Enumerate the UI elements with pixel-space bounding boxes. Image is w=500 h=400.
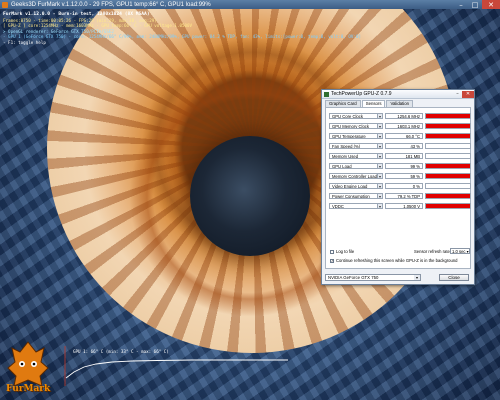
sensor-graph-fill xyxy=(426,203,470,208)
sensor-dropdown-icon[interactable]: ▾ xyxy=(378,182,383,189)
sensor-value: 66.0 °C xyxy=(385,132,423,139)
sensor-graph xyxy=(425,152,471,159)
sensor-value: 79.2 % TDP xyxy=(385,192,423,199)
sensor-graph xyxy=(425,132,471,139)
continue-refresh-label: Continue refreshing this screen while GP… xyxy=(336,258,458,263)
sensor-name: GPU Load xyxy=(329,162,378,169)
chevron-down-icon: ▾ xyxy=(414,275,420,280)
gpuz-close-icon[interactable]: ✕ xyxy=(462,90,474,98)
sensor-graph-fill xyxy=(426,133,470,138)
sensor-row-video-engine-load: Video Engine Load ▾ 0 % xyxy=(329,182,471,189)
sensor-name: Fan Speed (%) xyxy=(329,142,378,149)
sensor-dropdown-icon[interactable]: ▾ xyxy=(378,152,383,159)
sensor-row-vddc: VDDC ▾ 1.0500 V xyxy=(329,202,471,209)
sensor-row-gpu-memory-clock: GPU Memory Clock ▾ 1603.1 MHz xyxy=(329,122,471,129)
tab-sensors[interactable]: Sensors xyxy=(361,100,386,107)
temperature-line xyxy=(65,359,288,379)
gpuz-tabs: Graphics Card Sensors Validation xyxy=(322,99,474,107)
sensor-value: 1.0500 V xyxy=(385,202,423,209)
sensor-row-gpu-temperature: GPU Temperature ▾ 66.0 °C xyxy=(329,132,471,139)
sensor-row-gpu-load: GPU Load ▾ 99 % xyxy=(329,162,471,169)
sensor-name: Power Consumption xyxy=(329,192,378,199)
osd-line-gpu1: - GPU 1 (GeForce GTX 750) - core: 1254MH… xyxy=(3,34,361,39)
sensor-dropdown-icon[interactable]: ▾ xyxy=(378,112,383,119)
gpuz-minimize-button[interactable]: – xyxy=(453,91,462,98)
furmark-logo-text: FurMark xyxy=(6,384,51,394)
sensor-name: VDDC xyxy=(329,202,378,209)
refresh-rate-select[interactable]: 1.0 sec ▾ xyxy=(450,248,470,254)
sensor-graph xyxy=(425,202,471,209)
sensors-panel: GPU Core Clock ▾ 1254.6 MHz GPU Memory Cl… xyxy=(325,107,471,269)
sensor-graph xyxy=(425,142,471,149)
temperature-graph-label: GPU 1: 66° C (min: 33° C - max: 66° C) xyxy=(73,349,169,354)
sensor-value: 1603.1 MHz xyxy=(385,122,423,129)
sensor-value: 1254.6 MHz xyxy=(385,112,423,119)
log-to-file-option[interactable]: Log to file xyxy=(330,249,354,254)
sensor-graph-fill xyxy=(426,113,470,118)
gpu-select-value: NVIDIA GeForce GTX 750 xyxy=(328,275,379,280)
sensor-graph xyxy=(425,162,471,169)
sensor-name: Video Engine Load xyxy=(329,182,378,189)
log-to-file-checkbox[interactable] xyxy=(330,249,334,254)
sensor-name: Memory Used xyxy=(329,152,378,159)
sensor-graph xyxy=(425,112,471,119)
sensor-graph-fill xyxy=(426,193,470,198)
sensor-dropdown-icon[interactable]: ▾ xyxy=(378,122,383,129)
gpuz-close-button[interactable]: Close xyxy=(439,274,469,281)
sensor-dropdown-icon[interactable]: ▾ xyxy=(378,162,383,169)
minimize-button[interactable]: – xyxy=(454,0,468,9)
sensor-graph xyxy=(425,192,471,199)
sensor-value: 59 % xyxy=(385,172,423,179)
sensor-value: 43 % xyxy=(385,142,423,149)
sensor-name: GPU Memory Clock xyxy=(329,122,378,129)
tab-graphics-card[interactable]: Graphics Card xyxy=(325,100,361,107)
continue-refresh-option[interactable]: ✓ Continue refreshing this screen while … xyxy=(330,258,458,263)
sensor-graph xyxy=(425,172,471,179)
furmark-app-icon xyxy=(2,1,8,8)
sensor-value: 99 % xyxy=(385,162,423,169)
sensor-row-memory-used: Memory Used ▾ 181 MB xyxy=(329,152,471,159)
log-to-file-label: Log to file xyxy=(336,249,355,254)
sensor-row-power-consumption: Power Consumption ▾ 79.2 % TDP xyxy=(329,192,471,199)
sensor-graph-fill xyxy=(426,173,470,178)
gpuz-titlebar[interactable]: TechPowerUp GPU-Z 0.7.9 – ✕ xyxy=(322,90,474,99)
sensor-graph xyxy=(425,182,471,189)
sensor-graph xyxy=(425,122,471,129)
maximize-button[interactable]: □ xyxy=(468,0,482,9)
tab-validation[interactable]: Validation xyxy=(386,100,414,107)
osd-overlay: FurMark v1.12.0.0 - Burn-in test, 1280x1… xyxy=(3,12,361,45)
gpuz-window: TechPowerUp GPU-Z 0.7.9 – ✕ Graphics Car… xyxy=(321,89,475,285)
continue-refresh-checkbox[interactable]: ✓ xyxy=(330,258,334,263)
pupil xyxy=(190,136,310,256)
refresh-rate-value: 1.0 sec xyxy=(452,249,466,254)
sensor-row-memory-controller-load: Memory Controller Load ▾ 59 % xyxy=(329,172,471,179)
sensor-name: GPU Temperature xyxy=(329,132,378,139)
sensor-dropdown-icon[interactable]: ▾ xyxy=(378,192,383,199)
sensor-row-gpu-core-clock: GPU Core Clock ▾ 1254.6 MHz xyxy=(329,112,471,119)
sensor-graph-fill xyxy=(426,123,470,128)
sensor-graph-fill xyxy=(426,163,470,168)
sensor-dropdown-icon[interactable]: ▾ xyxy=(378,172,383,179)
gpu-select[interactable]: NVIDIA GeForce GTX 750 ▾ xyxy=(325,274,421,281)
sensor-dropdown-icon[interactable]: ▾ xyxy=(378,142,383,149)
close-button[interactable]: ✕ xyxy=(482,0,500,9)
sensor-value: 0 % xyxy=(385,182,423,189)
sensor-dropdown-icon[interactable]: ▾ xyxy=(378,132,383,139)
sensor-name: GPU Core Clock xyxy=(329,112,378,119)
sensor-value: 181 MB xyxy=(385,152,423,159)
furmark-titlebar[interactable]: Geeks3D FurMark v.1.12.0.0 - 29 FPS, GPU… xyxy=(0,0,500,9)
window-title: Geeks3D FurMark v.1.12.0.0 - 29 FPS, GPU… xyxy=(11,1,211,8)
gpuz-app-icon xyxy=(324,91,329,97)
sensor-dropdown-icon[interactable]: ▾ xyxy=(378,202,383,209)
osd-line-help: - F1: toggle help xyxy=(3,39,46,45)
sensor-name: Memory Controller Load xyxy=(329,172,378,179)
gpuz-title: TechPowerUp GPU-Z 0.7.9 xyxy=(331,91,392,97)
refresh-rate-label: Sensor refresh rate: xyxy=(414,249,452,254)
sensor-row-fan-speed: Fan Speed (%) ▾ 43 % xyxy=(329,142,471,149)
